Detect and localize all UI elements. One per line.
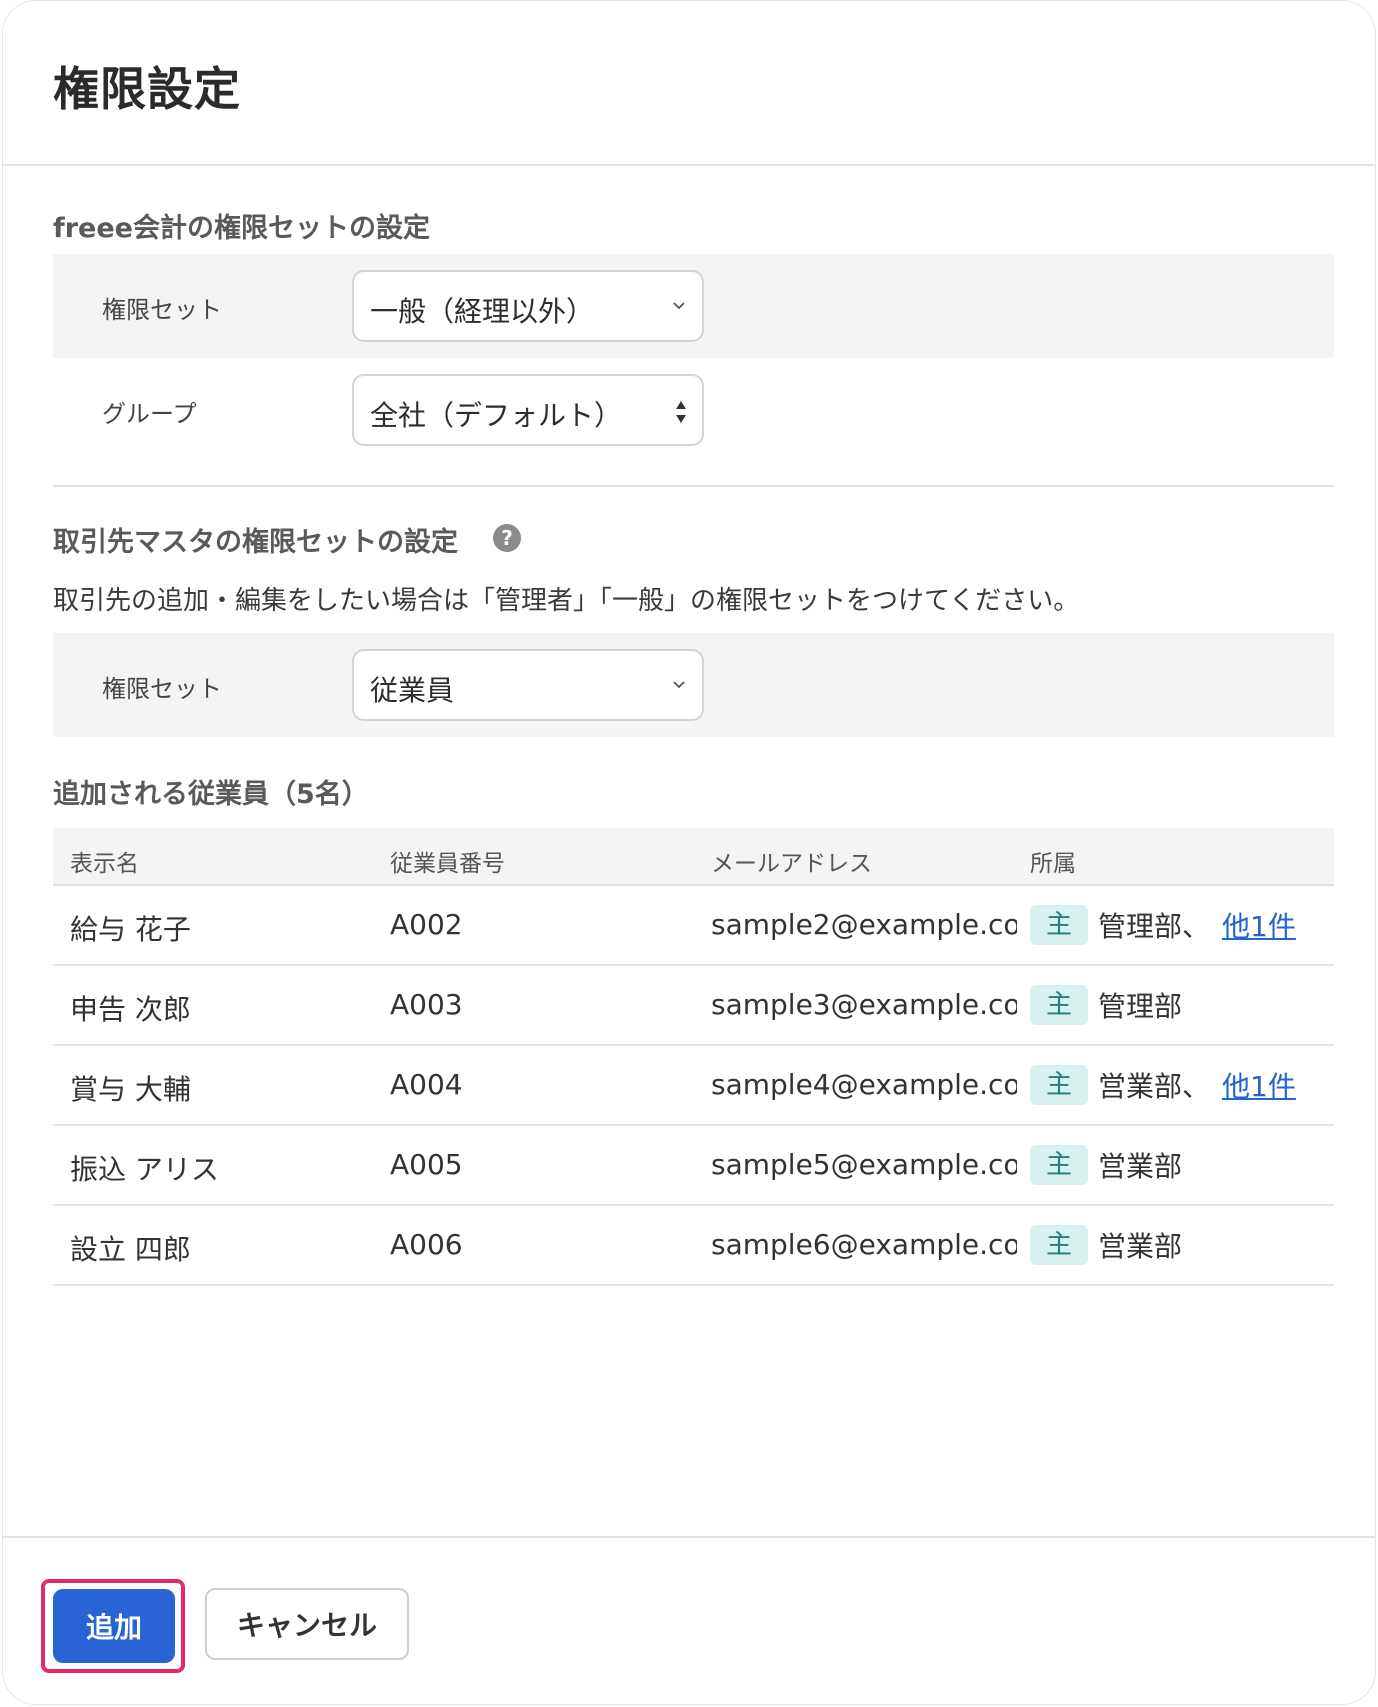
employee-affiliation: 主 営業部 [1030,1225,1182,1265]
table-row: 給与 花子 A002 sample2@example.com 主 管理部、 他1… [53,886,1334,966]
accounting-permission-row: 権限セット 一般（経理以外） [53,254,1334,358]
primary-badge: 主 [1030,1145,1088,1185]
employee-affiliation: 主 営業部、 他1件 [1030,1065,1296,1105]
employee-affiliation: 主 営業部 [1030,1145,1182,1185]
column-header-email: メールアドレス [711,851,872,877]
dialog-footer: 追加 キャンセル [3,1536,1375,1704]
help-icon[interactable]: ? [493,524,521,552]
employee-number: A005 [390,1148,463,1181]
column-header-name: 表示名 [70,851,139,877]
section-divider [53,485,1334,487]
employee-email: sample2@example.com [711,908,1017,941]
partner-permission-value: 従業員 [370,674,455,707]
employee-email: sample4@example.com [711,1068,1017,1101]
sort-arrows-icon [676,401,686,423]
accounting-permission-label: 権限セット [102,296,222,324]
table-row: 申告 次郎 A003 sample3@example.com 主 管理部 [53,966,1334,1046]
group-select[interactable]: 全社（デフォルト） [352,374,704,446]
group-value: 全社（デフォルト） [370,399,623,432]
employees-section-title: 追加される従業員（5名） [53,779,369,810]
employee-name: 給与 花子 [70,913,191,946]
partner-permission-select[interactable]: 従業員 [352,649,704,721]
accounting-permission-value: 一般（経理以外） [370,295,595,328]
affiliation-name: 営業部 [1098,1150,1183,1183]
dialog-header: 権限設定 [3,1,1375,166]
more-affiliations-link[interactable]: 他1件 [1222,905,1296,945]
chevron-down-icon [673,681,685,689]
table-row: 設立 四郎 A006 sample6@example.com 主 営業部 [53,1206,1334,1286]
employee-affiliation: 主 管理部、 他1件 [1030,905,1296,945]
partner-description: 取引先の追加・編集をしたい場合は「管理者」「一般」の権限セットをつけてください。 [53,586,1080,616]
accounting-section-title: freee会計の権限セットの設定 [53,213,430,244]
affiliation-name: 管理部、 [1098,910,1211,943]
employee-affiliation: 主 管理部 [1030,985,1182,1025]
employee-number: A002 [390,908,463,941]
primary-badge: 主 [1030,1065,1088,1105]
employee-name: 振込 アリス [70,1153,219,1186]
partner-section-title: 取引先マスタの権限セットの設定 [53,527,458,558]
group-row: グループ 全社（デフォルト） [53,358,1334,462]
column-header-number: 従業員番号 [390,851,505,877]
dialog-title: 権限設定 [53,62,241,116]
permission-dialog: 権限設定 freee会計の権限セットの設定 権限セット 一般（経理以外） グルー… [2,0,1376,1705]
group-label: グループ [102,400,197,428]
employees-table: 表示名 従業員番号 メールアドレス 所属 給与 花子 A002 sample2@… [53,828,1334,1286]
accounting-permission-select[interactable]: 一般（経理以外） [352,270,704,342]
employee-name: 賞与 大輔 [70,1073,191,1106]
partner-permission-row: 権限セット 従業員 [53,633,1334,737]
affiliation-name: 営業部 [1098,1230,1183,1263]
employee-email: sample5@example.com [711,1148,1017,1181]
employee-email: sample3@example.com [711,988,1017,1021]
employee-number: A003 [390,988,463,1021]
chevron-down-icon [673,302,685,310]
table-row: 振込 アリス A005 sample5@example.com 主 営業部 [53,1126,1334,1206]
add-button[interactable]: 追加 [53,1589,175,1663]
more-affiliations-link[interactable]: 他1件 [1222,1065,1296,1105]
employee-number: A006 [390,1228,463,1261]
primary-badge: 主 [1030,1225,1088,1265]
affiliation-name: 営業部、 [1098,1070,1211,1103]
cancel-button[interactable]: キャンセル [205,1588,409,1660]
primary-badge: 主 [1030,905,1088,945]
employee-number: A004 [390,1068,463,1101]
affiliation-name: 管理部 [1098,990,1183,1023]
employee-name: 設立 四郎 [70,1233,191,1266]
column-header-affiliation: 所属 [1030,851,1076,877]
partner-permission-label: 権限セット [102,675,222,703]
employee-name: 申告 次郎 [70,993,191,1026]
table-row: 賞与 大輔 A004 sample4@example.com 主 営業部、 他1… [53,1046,1334,1126]
table-header: 表示名 従業員番号 メールアドレス 所属 [53,828,1334,886]
employee-email: sample6@example.com [711,1228,1017,1261]
primary-badge: 主 [1030,985,1088,1025]
